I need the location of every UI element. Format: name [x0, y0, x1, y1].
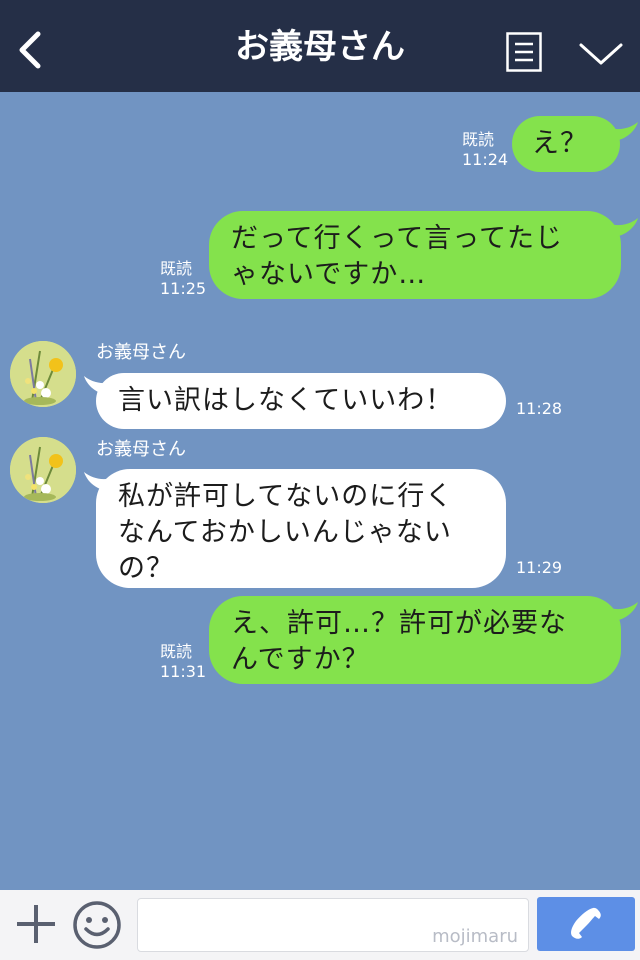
bubble-tail: [600, 602, 638, 622]
message-time: 11:31: [160, 662, 207, 681]
message-text-line: 私が許可してないのに行く: [118, 481, 454, 512]
message-text-line: 言い訳はしなくていいわ！: [118, 385, 454, 416]
message-text-line: なんておかしいんじゃない: [118, 517, 452, 548]
phone-icon: [571, 907, 601, 939]
flower-avatar-icon: [10, 341, 76, 407]
smile-icon[interactable]: [72, 900, 122, 950]
message-text-line: え、許可…？許可が必要な: [231, 608, 567, 639]
message-time: 11:29: [516, 558, 563, 577]
chat-title: お義母さん: [235, 27, 405, 67]
plus-icon[interactable]: [14, 902, 58, 946]
chevron-down-icon[interactable]: [578, 38, 624, 68]
read-receipt: 既読: [160, 259, 193, 278]
avatar[interactable]: [10, 341, 76, 407]
message-time: 11:25: [160, 279, 207, 298]
call-button[interactable]: [537, 897, 635, 951]
menu-icon[interactable]: [506, 32, 542, 72]
message-time: 11:24: [462, 150, 509, 169]
message-text-line: んですか？: [231, 644, 370, 675]
message-bubble[interactable]: 言い訳はしなくていいわ！: [96, 373, 506, 429]
bubble-tail: [600, 122, 638, 142]
read-receipt: 既読: [462, 130, 495, 149]
avatar[interactable]: [10, 437, 76, 503]
message-bubble[interactable]: だって行くって言ってたじ ゃないですか…: [209, 211, 621, 299]
sender-name: お義母さん: [96, 342, 186, 363]
message-text-line: ゃないですか…: [231, 259, 427, 290]
bubble-tail: [600, 218, 638, 238]
sender-name: お義母さん: [96, 439, 186, 460]
flower-avatar-icon: [10, 437, 76, 503]
message-input[interactable]: mojimaru: [137, 898, 529, 952]
message-text-line: だって行くって言ってたじ: [231, 223, 563, 254]
watermark-text: mojimaru: [432, 926, 518, 947]
read-receipt: 既読: [160, 642, 193, 661]
message-text-line: の？: [118, 553, 174, 584]
chevron-left-icon[interactable]: [14, 30, 46, 70]
chat-header: お義母さん: [0, 0, 640, 92]
message-bubble[interactable]: え、許可…？許可が必要な んですか？: [209, 596, 621, 684]
message-time: 11:28: [516, 399, 563, 418]
message-bubble[interactable]: 私が許可してないのに行く なんておかしいんじゃない の？: [96, 469, 506, 588]
